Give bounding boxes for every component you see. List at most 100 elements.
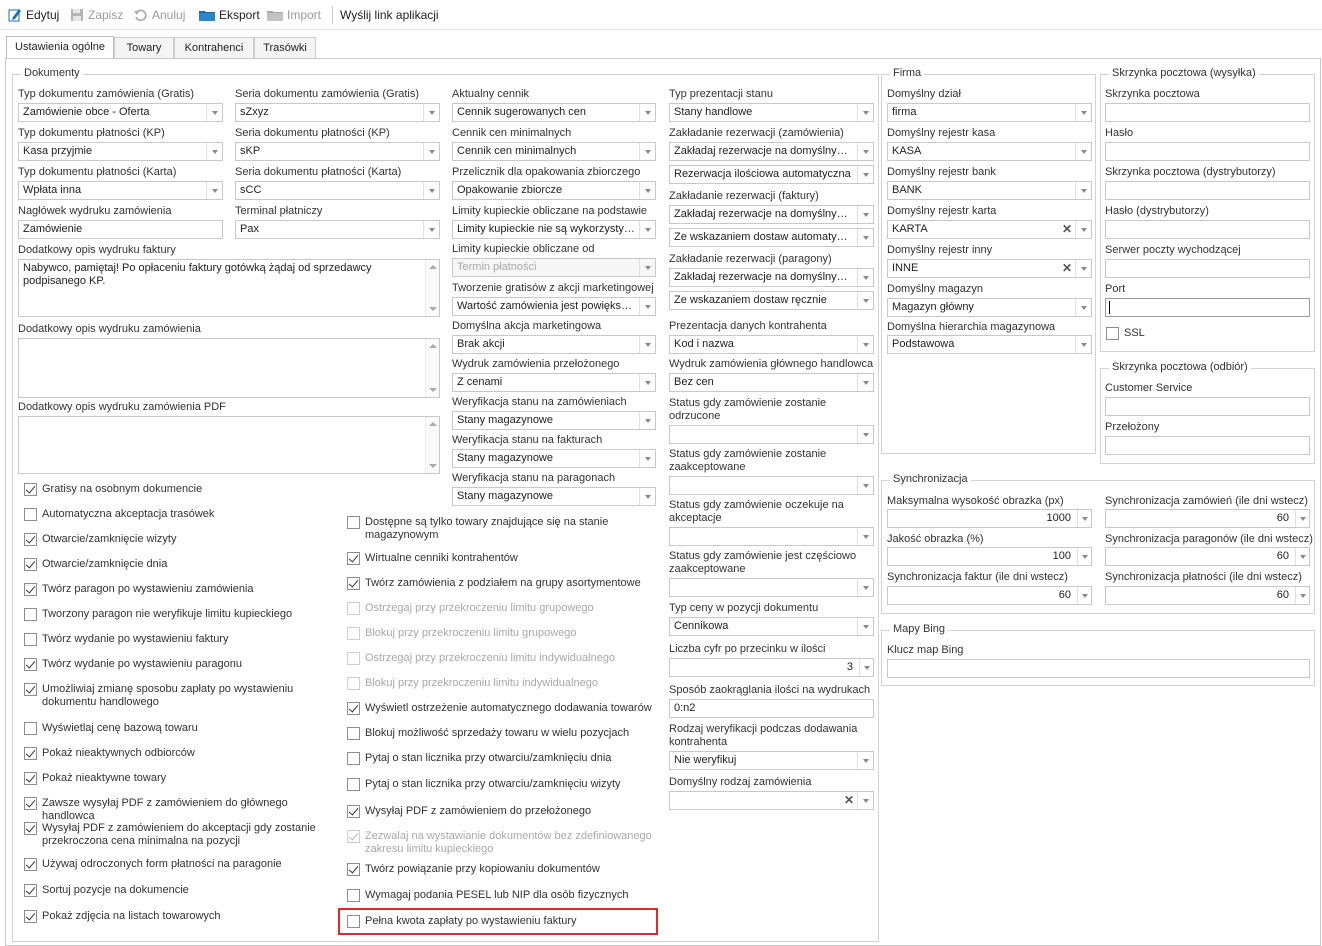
item-price-type-select[interactable]: Cennikowa [669,617,874,636]
default-bank-register-select[interactable]: BANK [887,181,1092,200]
checkbox-box[interactable] [24,633,37,646]
status-pending-select[interactable] [669,527,874,546]
checkbox-box[interactable] [24,508,37,521]
customer-data-presentation-select[interactable]: Kod i nazwa [669,335,874,354]
payment-card-series-select[interactable]: sCC [235,181,440,200]
clear-icon[interactable]: ✕ [1059,221,1075,238]
scrollbar[interactable] [425,260,439,316]
export-button[interactable]: Eksport [199,6,260,24]
setting-checkbox[interactable]: Blokuj możliwość sprzedaży towaru w wiel… [347,727,629,740]
clear-icon[interactable]: ✕ [1059,260,1075,277]
reservation-invoices-mode-select[interactable]: Ze wskazaniem dostaw automatycz... [669,228,874,247]
spin-arrow-icon[interactable] [1295,510,1309,527]
distributors-password-input[interactable] [1105,220,1310,239]
main-seller-order-print-select[interactable]: Bez cen [669,373,874,392]
ssl-checkbox[interactable]: SSL [1106,327,1145,340]
import-button[interactable]: Import [267,6,321,24]
setting-checkbox[interactable]: Otwarcie/zamknięcie wizyty [24,533,176,546]
edit-button[interactable]: Edytuj [8,6,59,24]
port-input[interactable] [1105,298,1310,317]
setting-checkbox[interactable]: Pokaż zdjęcia na listach towarowych [24,910,221,923]
default-card-register-select[interactable]: KARTA ✕ [887,220,1092,239]
setting-checkbox[interactable]: Wirtualne cenniki kontrahentów [347,552,518,565]
payment-terminal-select[interactable]: Pax [235,220,440,239]
payment-kp-series-select[interactable]: sKP [235,142,440,161]
sync-receipts-days-stepper[interactable]: 60 [1105,547,1310,566]
cancel-button[interactable]: Anuluj [134,6,185,24]
mailbox-input[interactable] [1105,103,1310,122]
checkbox-box[interactable] [24,683,37,696]
reservation-receipts-select[interactable]: Zakładaj rezerwacje na domyślnym ... [669,268,874,287]
setting-checkbox[interactable]: Ostrzegaj przy przekroczeniu limitu grup… [347,602,594,615]
supervisor-order-print-select[interactable]: Z cenami [452,373,656,392]
status-accepted-select[interactable] [669,476,874,495]
setting-checkbox[interactable]: Twórz wydanie po wystawieniu faktury [24,633,228,646]
setting-checkbox[interactable]: Sortuj pozycje na dokumencie [24,884,189,897]
tab-products[interactable]: Towary [114,37,174,59]
tab-customers[interactable]: Kontrahenci [174,37,254,59]
customer-verification-select[interactable]: Nie weryfikuj [669,751,874,770]
checkbox-box[interactable] [347,752,360,765]
supervisor-input[interactable] [1105,436,1310,455]
checkbox-box[interactable] [347,889,360,902]
setting-checkbox[interactable]: Pytaj o stan licznika przy otwarciu/zamk… [347,778,621,791]
setting-checkbox[interactable]: Używaj odroczonych form płatności na par… [24,858,282,871]
checkbox-box[interactable] [24,722,37,735]
tab-routes[interactable]: Trasówki [254,37,316,59]
checkbox-box[interactable] [347,652,360,665]
checkbox-box[interactable] [347,778,360,791]
checkbox-box[interactable] [24,884,37,897]
scrollbar[interactable] [425,339,439,397]
checkbox-box[interactable] [347,727,360,740]
max-image-height-stepper[interactable]: 1000 [887,509,1092,528]
tab-general-settings[interactable]: Ustawienia ogólne [6,36,114,59]
invoice-print-description-textarea[interactable]: Nabywco, pamiętaj! Po opłaceniu faktury … [18,259,440,317]
checkbox-box[interactable] [347,577,360,590]
checkbox-box[interactable] [24,583,37,596]
setting-checkbox[interactable]: Twórz powiązanie przy kopiowaniu dokumen… [347,863,600,876]
checkbox-box[interactable] [347,863,360,876]
spin-arrow-icon[interactable] [1077,587,1091,604]
setting-checkbox[interactable]: Wysyłaj PDF z zamówieniem do przełożoneg… [347,805,591,818]
smtp-server-input[interactable] [1105,259,1310,278]
setting-checkbox[interactable]: Gratisy na osobnym dokumencie [24,483,202,496]
min-price-pricelist-select[interactable]: Cennik cen minimalnych [452,142,656,161]
setting-checkbox[interactable]: Zezwalaj na wystawianie dokumentów bez z… [347,830,655,856]
setting-checkbox[interactable]: Wyświetl ostrzeżenie automatycznego doda… [347,702,652,715]
reservation-invoices-select[interactable]: Zakładaj rezerwacje na domyślnym ... [669,205,874,224]
checkbox-box[interactable] [347,627,360,640]
status-rejected-select[interactable] [669,425,874,444]
spin-arrow-icon[interactable] [1295,548,1309,565]
checkbox-box[interactable] [347,677,360,690]
setting-checkbox[interactable]: Umożliwiaj zmianę sposobu zapłaty po wys… [24,683,332,709]
sync-payments-days-stepper[interactable]: 60 [1105,586,1310,605]
checkbox-box[interactable] [24,533,37,546]
reservation-orders-select[interactable]: Zakładaj rezerwacje na domyślnym ... [669,142,874,161]
spin-arrow-icon[interactable] [1077,548,1091,565]
credit-limit-from-select[interactable]: Termin płatności [452,258,656,277]
default-department-select[interactable]: firma [887,103,1092,122]
stock-presentation-type-select[interactable]: Stany handlowe [669,103,874,122]
order-pdf-description-textarea[interactable] [18,416,440,474]
setting-checkbox[interactable]: Wyświetlaj cenę bazową towaru [24,722,198,735]
setting-checkbox[interactable]: Zawsze wysyłaj PDF z zamówieniem do głów… [24,797,332,823]
spin-arrow-icon[interactable] [1295,587,1309,604]
checkbox-box[interactable] [24,772,37,785]
clear-icon[interactable]: ✕ [841,792,857,809]
status-partially-accepted-select[interactable] [669,578,874,597]
checkbox-box[interactable] [24,747,37,760]
checkbox-box[interactable] [347,805,360,818]
setting-checkbox[interactable]: Ostrzegaj przy przekroczeniu limitu indy… [347,652,615,665]
sync-orders-days-stepper[interactable]: 60 [1105,509,1310,528]
checkbox-box[interactable] [24,483,37,496]
setting-checkbox[interactable]: Tworzony paragon nie weryfikuje limitu k… [24,608,292,621]
setting-checkbox[interactable]: Twórz wydanie po wystawieniu paragonu [24,658,242,671]
quantity-decimals-stepper[interactable]: 3 [669,658,874,677]
default-warehouse-hierarchy-select[interactable]: Podstawowa [887,335,1092,354]
scrollbar[interactable] [425,417,439,473]
reservation-orders-mode-select[interactable]: Rezerwacja ilościowa automatyczna [669,165,874,184]
checkbox-box[interactable] [347,702,360,715]
checkbox-box[interactable] [347,552,360,565]
current-pricelist-select[interactable]: Cennik sugerowanych cen [452,103,656,122]
setting-checkbox[interactable]: Twórz paragon po wystawieniu zamówienia [24,583,254,596]
